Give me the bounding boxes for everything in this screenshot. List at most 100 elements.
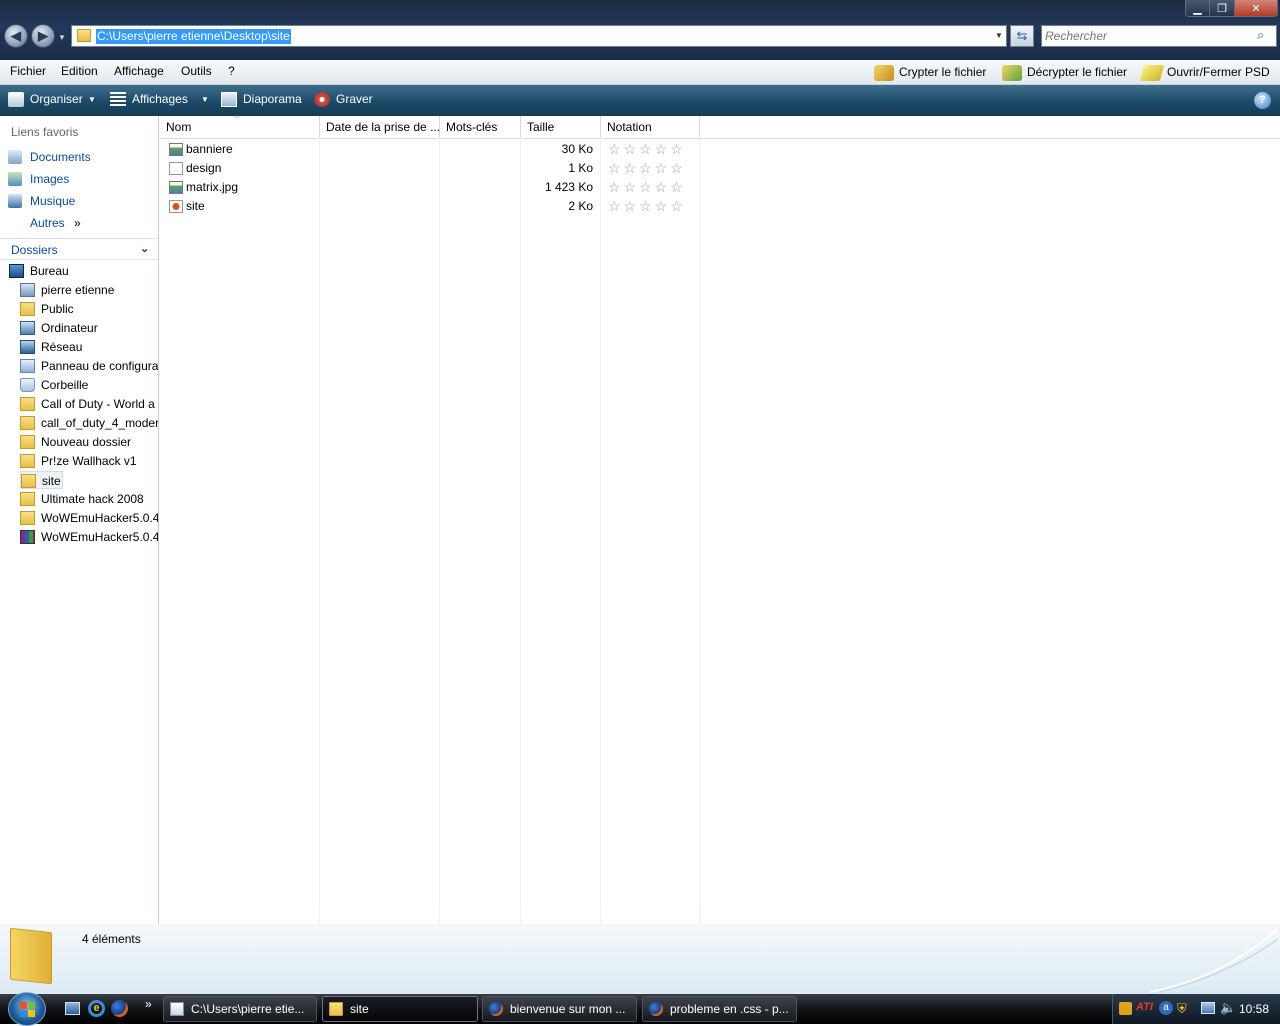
address-bar[interactable]: C:\Users\pierre etienne\Desktop\site ▼ <box>71 25 1007 47</box>
tree-item[interactable]: Call of Duty - World a <box>20 395 158 413</box>
file-name[interactable]: site <box>186 197 205 216</box>
ati-icon[interactable]: ATI <box>1136 1001 1153 1013</box>
tree-label: site <box>42 474 61 488</box>
menu-edition[interactable]: Edition <box>61 63 98 80</box>
back-button[interactable]: ◀ <box>4 24 28 48</box>
security-shield-icon[interactable]: ⛨ <box>1177 1001 1191 1016</box>
favorite-images[interactable]: Images <box>8 170 69 188</box>
tree-label: Réseau <box>41 340 83 354</box>
address-dropdown-icon[interactable]: ▼ <box>995 31 1003 40</box>
close-button[interactable]: ✕ <box>1234 0 1278 17</box>
open-close-psd-button[interactable]: Ouvrir/Fermer PSD <box>1139 62 1270 83</box>
task-explorer-path[interactable]: C:\Users\pierre etie... <box>163 996 317 1022</box>
internet-explorer-icon[interactable]: e <box>88 1000 105 1017</box>
chevron-down-icon[interactable]: ▼ <box>201 95 209 104</box>
tree-item[interactable]: WoWEmuHacker5.0.4 <box>20 509 158 527</box>
rating-stars-icon[interactable]: ☆☆☆☆☆ <box>608 199 686 213</box>
task-firefox-bienvenue[interactable]: bienvenue sur mon ... <box>482 996 637 1022</box>
column-header-name[interactable]: Nom ^ <box>160 114 320 138</box>
file-size: 2 Ko <box>568 199 593 213</box>
folder-icon <box>20 511 35 525</box>
folder-icon <box>77 29 91 42</box>
file-row[interactable]: site 2 Ko ☆☆☆☆☆ <box>160 197 700 216</box>
minimize-button[interactable]: ▁ <box>1185 0 1210 17</box>
start-button[interactable] <box>8 992 46 1026</box>
navigation-pane: Liens favoris Documents Images Musique A… <box>0 116 159 924</box>
encrypt-file-button[interactable]: Crypter le fichier <box>872 62 986 83</box>
file-row[interactable]: matrix.jpg 1 423 Ko ☆☆☆☆☆ <box>160 178 700 197</box>
task-label: probleme en .css - p... <box>670 1002 789 1016</box>
task-firefox-probleme[interactable]: probleme en .css - p... <box>642 996 797 1022</box>
rating-stars-icon[interactable]: ☆☆☆☆☆ <box>608 180 686 194</box>
favorite-documents[interactable]: Documents <box>8 148 91 166</box>
column-label: Notation <box>607 120 652 134</box>
organize-label: Organiser <box>30 92 83 106</box>
show-desktop-icon[interactable] <box>65 1002 80 1015</box>
decrypt-file-button[interactable]: Décrypter le fichier <box>1000 62 1127 83</box>
column-header-size[interactable]: Taille <box>521 116 601 138</box>
tree-label: pierre etienne <box>41 283 115 297</box>
tray-app-icon[interactable] <box>1119 1002 1132 1015</box>
burn-disc-icon <box>314 92 330 107</box>
menu-fichier[interactable]: Fichier <box>10 63 46 80</box>
slideshow-button[interactable]: Diaporama <box>221 91 302 108</box>
file-size: 30 Ko <box>561 142 593 156</box>
recent-pages-arrow-icon[interactable]: ▼ <box>58 33 66 42</box>
column-header-keywords[interactable]: Mots-clés <box>440 116 521 138</box>
organize-button[interactable]: Organiser <box>8 91 83 108</box>
favorite-music[interactable]: Musique <box>8 192 75 210</box>
file-name[interactable]: matrix.jpg <box>186 178 238 197</box>
file-row[interactable]: banniere 30 Ko ☆☆☆☆☆ <box>160 140 700 159</box>
sort-ascending-icon: ^ <box>235 114 239 123</box>
rating-stars-icon[interactable]: ☆☆☆☆☆ <box>608 161 686 175</box>
tree-item-bureau[interactable]: Bureau <box>9 262 159 280</box>
tree-item[interactable]: pierre etienne <box>20 281 158 299</box>
tree-item[interactable]: Ordinateur <box>20 319 158 337</box>
search-input[interactable] <box>1045 28 1253 44</box>
folder-icon <box>20 454 35 468</box>
tree-item[interactable]: Réseau <box>20 338 158 356</box>
tree-item[interactable]: Public <box>20 300 158 318</box>
menu-help[interactable]: ? <box>228 63 235 80</box>
tree-item[interactable]: Nouveau dossier <box>20 433 158 451</box>
network-icon[interactable] <box>1201 1002 1215 1014</box>
address-path[interactable]: C:\Users\pierre etienne\Desktop\site <box>96 29 291 44</box>
refresh-icon[interactable]: ⇆ <box>1010 25 1034 47</box>
documents-icon <box>8 150 22 164</box>
tray-a-icon[interactable]: a <box>1159 1001 1173 1015</box>
favorite-label: Images <box>30 172 70 186</box>
menu-outils[interactable]: Outils <box>181 63 212 80</box>
menu-affichage[interactable]: Affichage <box>114 63 164 80</box>
file-name[interactable]: design <box>186 159 221 178</box>
clock[interactable]: 10:58 <box>1239 1002 1269 1016</box>
chevron-right-icon[interactable]: » <box>145 997 152 1011</box>
rating-stars-icon[interactable]: ☆☆☆☆☆ <box>608 142 686 156</box>
search-box[interactable]: ⌕ <box>1041 25 1277 47</box>
column-header-rating[interactable]: Notation <box>601 116 700 138</box>
image-file-icon <box>169 143 183 156</box>
search-icon[interactable]: ⌕ <box>1257 27 1264 43</box>
burn-button[interactable]: Graver <box>314 91 373 108</box>
file-name[interactable]: banniere <box>186 140 233 159</box>
favorite-more[interactable]: Autres » <box>8 214 81 232</box>
maximize-button[interactable]: ❐ <box>1209 0 1235 17</box>
folders-header[interactable]: Dossiers ⌄ <box>0 238 158 260</box>
views-button[interactable]: Affichages <box>110 91 188 108</box>
volume-icon[interactable]: 🔈 <box>1220 1000 1236 1016</box>
firefox-icon[interactable] <box>111 1000 128 1017</box>
forward-button[interactable]: ▶ <box>31 24 55 48</box>
tree-item[interactable]: site <box>20 471 63 489</box>
tree-item[interactable]: Corbeille <box>20 376 158 394</box>
tree-item[interactable]: Ultimate hack 2008 <box>20 490 158 508</box>
tree-item[interactable]: call_of_duty_4_moder <box>20 414 158 432</box>
file-row[interactable]: design 1 Ko ☆☆☆☆☆ <box>160 159 700 178</box>
computer-icon <box>20 321 35 335</box>
task-site-folder[interactable]: site <box>322 996 478 1022</box>
tree-item[interactable]: Panneau de configura <box>20 357 158 375</box>
pictures-icon <box>8 172 22 186</box>
chevron-down-icon[interactable]: ▼ <box>88 95 96 104</box>
tree-item[interactable]: WoWEmuHacker5.0.4 <box>20 528 158 546</box>
help-icon[interactable]: ? <box>1254 92 1271 109</box>
column-header-date[interactable]: Date de la prise de ... <box>320 116 440 138</box>
tree-item[interactable]: Pr!ze Wallhack v1 <box>20 452 158 470</box>
